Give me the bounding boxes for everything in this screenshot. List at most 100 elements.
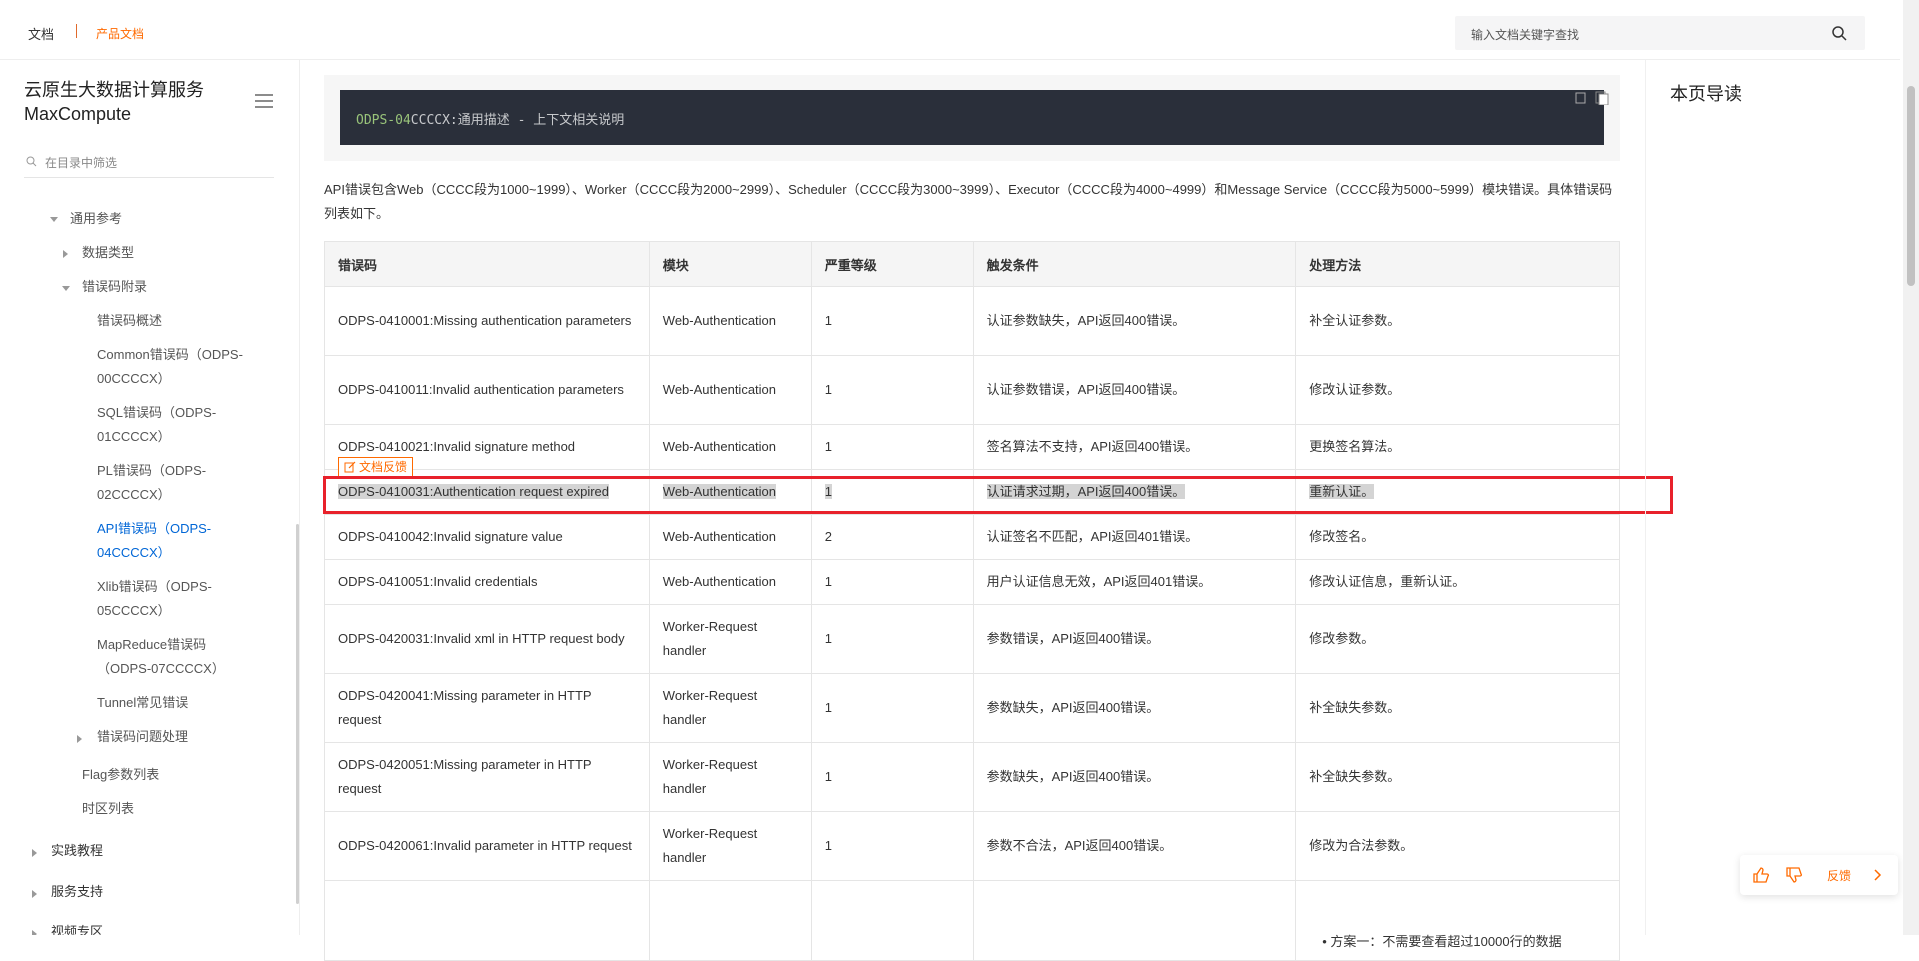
menu-icon[interactable] [255, 93, 273, 109]
table-cell: 1 [810, 811, 974, 881]
table-cell: ODPS-0420061:Invalid parameter in HTTP r… [324, 811, 650, 881]
table-cell: ODPS-0410001:Missing authentication para… [324, 286, 650, 356]
thumbs-up-icon[interactable] [1752, 866, 1770, 884]
table-cell: ODPS-0420051:Missing parameter in HTTP r… [324, 742, 650, 812]
table-cell: ODPS-0410011:Invalid authentication para… [324, 355, 650, 425]
column-header: 错误码 [324, 241, 650, 287]
sidebar-item-mapreduce-errors-2[interactable]: （ODPS-07CCCCX） [97, 657, 225, 681]
collapse-icon[interactable] [32, 849, 37, 857]
table-cell: 1 [810, 673, 974, 743]
divider [76, 24, 77, 38]
scrollbar-thumb[interactable] [1907, 86, 1915, 286]
feedback-button[interactable]: 反馈 [1827, 867, 1851, 884]
search-icon[interactable] [1831, 25, 1847, 41]
table-cell: Web-Authentication [648, 424, 812, 470]
nav-product-docs-link[interactable]: 产品文档 [96, 25, 144, 42]
toc-title: 本页导读 [1670, 84, 1742, 104]
copy-icon[interactable] [1574, 91, 1610, 105]
sidebar-item-common-errors-2[interactable]: 00CCCCX） [97, 367, 171, 391]
sidebar-item-support[interactable]: 服务支持 [51, 880, 103, 904]
table-cell: 修改为合法参数。 [1295, 811, 1620, 881]
collapse-icon[interactable] [32, 890, 37, 898]
table-cell: 更换签名算法。 [1295, 424, 1620, 470]
table-cell: 修改参数。 [1295, 604, 1620, 674]
column-header: 处理方法 [1295, 241, 1620, 287]
table-cell: ODPS-0410051:Invalid credentials [324, 559, 650, 605]
table-cell [810, 880, 974, 961]
table-cell: 补全缺失参数。 [1295, 742, 1620, 812]
sidebar-item-videos[interactable]: 视频专区 [51, 920, 103, 935]
sidebar-item-sql-errors-2[interactable]: 01CCCCX） [97, 425, 171, 449]
table-cell: 修改认证参数。 [1295, 355, 1620, 425]
table-cell: 签名算法不支持，API返回400错误。 [972, 424, 1297, 470]
table-cell: 1 [810, 286, 974, 356]
table-cell: 1 [810, 742, 974, 812]
sidebar-item-xlib-errors[interactable]: Xlib错误码（ODPS- [97, 575, 212, 599]
collapse-icon[interactable] [77, 735, 82, 743]
intro-paragraph: API错误包含Web（CCCC段为1000~1999）、Worker（CCCC段… [324, 182, 1613, 221]
top-bar: 文档 产品文档 输入文档关键字查找 [0, 0, 1900, 60]
table-cell: 参数缺失，API返回400错误。 [972, 742, 1297, 812]
table-cell: 修改签名。 [1295, 514, 1620, 560]
table-cell [648, 880, 812, 961]
collapse-icon[interactable] [32, 930, 37, 935]
table-cell: Worker-Request handler [648, 742, 812, 812]
table-cell: Web-Authentication [648, 514, 812, 560]
table-row: ODPS-0420061:Invalid parameter in HTTP r… [324, 811, 1620, 881]
table-cell: 1 [810, 424, 974, 470]
table-cell: 1 [810, 559, 974, 605]
sidebar-item-error-appendix[interactable]: 错误码附录 [82, 275, 147, 299]
collapse-icon[interactable] [63, 250, 68, 258]
sidebar-filter-input[interactable]: 在目录中筛选 [24, 152, 274, 178]
sidebar-item-flag-params[interactable]: Flag参数列表 [82, 763, 159, 787]
sidebar-item-api-errors-2[interactable]: 04CCCCX） [97, 541, 171, 565]
expand-icon[interactable] [50, 217, 58, 222]
table-cell: 补全认证参数。 [1295, 286, 1620, 356]
sidebar-item-error-overview[interactable]: 错误码概述 [97, 309, 162, 333]
table-cell: ODPS-0410042:Invalid signature value [324, 514, 650, 560]
table-cell: 参数不合法，API返回400错误。 [972, 811, 1297, 881]
column-header: 严重等级 [810, 241, 974, 287]
edit-icon [344, 461, 356, 473]
sidebar-item-common-errors[interactable]: Common错误码（ODPS- [97, 343, 243, 367]
table-cell: 修改认证信息，重新认证。 [1295, 559, 1620, 605]
thumbs-down-icon[interactable] [1785, 866, 1803, 884]
sidebar-scrollbar[interactable] [296, 524, 299, 904]
sidebar-item-error-handling[interactable]: 错误码问题处理 [97, 725, 188, 749]
feedback-float-bar: 反馈 [1740, 855, 1898, 895]
nav-docs-link[interactable]: 文档 [28, 24, 54, 43]
code-text: ODPS-04CCCCX:通用描述 - 上下文相关说明 [356, 113, 625, 128]
sidebar-item-timezone-list[interactable]: 时区列表 [82, 797, 134, 821]
search-placeholder: 输入文档关键字查找 [1471, 28, 1580, 42]
table-cell: 参数错误，API返回400错误。 [972, 604, 1297, 674]
table-cell: 参数缺失，API返回400错误。 [972, 673, 1297, 743]
table-cell: Worker-Request handler [648, 673, 812, 743]
table-row: ODPS-0410021:Invalid signature method We… [324, 424, 1620, 470]
chevron-right-icon[interactable] [1873, 869, 1883, 881]
table-cell: 补全缺失参数。 [1295, 673, 1620, 743]
sidebar-item-pl-errors-2[interactable]: 02CCCCX） [97, 483, 171, 507]
expand-icon[interactable] [62, 286, 70, 291]
column-header: 模块 [648, 241, 812, 287]
sidebar-item-tutorials[interactable]: 实践教程 [51, 839, 103, 863]
sidebar-item-data-types[interactable]: 数据类型 [82, 241, 134, 265]
sidebar-item-tunnel-errors[interactable]: Tunnel常见错误 [97, 691, 188, 715]
table-cell: 认证参数错误，API返回400错误。 [972, 355, 1297, 425]
code-inner: ODPS-04CCCCX:通用描述 - 上下文相关说明 [340, 90, 1604, 145]
table-cell: 认证参数缺失，API返回400错误。 [972, 286, 1297, 356]
sidebar-item-mapreduce-errors[interactable]: MapReduce错误码 [97, 633, 206, 657]
table-row: ODPS-0420041:Missing parameter in HTTP r… [324, 673, 1620, 743]
search-input[interactable]: 输入文档关键字查找 [1455, 16, 1865, 50]
table-row: ODPS-0420031:Invalid xml in HTTP request… [324, 604, 1620, 674]
table-header-row: 错误码 模块 严重等级 触发条件 处理方法 [324, 241, 1620, 287]
sidebar-item-xlib-errors-2[interactable]: 05CCCCX） [97, 599, 171, 623]
table-cell [324, 880, 650, 961]
sidebar-item-sql-errors[interactable]: SQL错误码（ODPS- [97, 401, 216, 425]
doc-feedback-tag[interactable]: 文档反馈 [338, 457, 414, 477]
sidebar-item-common-reference[interactable]: 通用参考 [70, 207, 122, 231]
highlight-box [323, 476, 1673, 514]
page-scrollbar[interactable] [1903, 0, 1919, 935]
error-code-table: 错误码 模块 严重等级 触发条件 处理方法 ODPS-0410001:Missi… [324, 241, 1620, 961]
sidebar-item-pl-errors[interactable]: PL错误码（ODPS- [97, 459, 206, 483]
sidebar-item-api-errors[interactable]: API错误码（ODPS- [97, 517, 211, 541]
